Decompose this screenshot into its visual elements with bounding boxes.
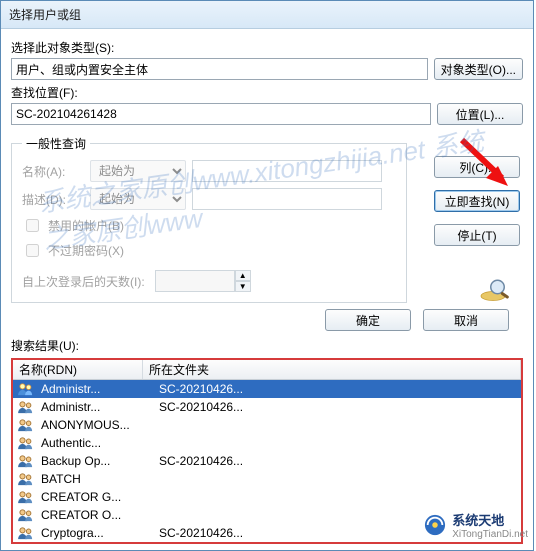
cell-location: SC-20210426... — [159, 452, 521, 470]
users-icon — [17, 490, 35, 504]
common-query-legend: 一般性查询 — [22, 135, 90, 152]
users-icon — [17, 400, 35, 414]
cell-name: ANONYMOUS... — [41, 416, 153, 434]
ok-button[interactable]: 确定 — [325, 309, 411, 331]
table-row[interactable]: CREATOR G... — [13, 488, 521, 506]
users-icon — [17, 508, 35, 522]
dialog-body: 选择此对象类型(S): 对象类型(O)... 查找位置(F): 位置(L)...… — [1, 29, 533, 550]
cell-name: Administr... — [41, 398, 153, 416]
last-logon-spinner[interactable]: ▲ ▼ — [155, 270, 251, 292]
desc-value-input[interactable] — [192, 188, 382, 210]
cell-name: CREATOR G... — [41, 488, 153, 506]
no-expire-checkbox[interactable] — [26, 244, 39, 257]
cell-name: Administr... — [41, 380, 153, 398]
users-icon — [17, 454, 35, 468]
users-icon — [17, 418, 35, 432]
object-types-button[interactable]: 对象类型(O)... — [434, 58, 523, 80]
name-value-input[interactable] — [192, 160, 382, 182]
table-row[interactable]: Administr... SC-20210426... — [13, 398, 521, 416]
stop-button[interactable]: 停止(T) — [434, 224, 520, 246]
cancel-button[interactable]: 取消 — [423, 309, 509, 331]
footer-brand: 系统天地 XiTongTianDi.net — [424, 510, 528, 540]
brand-name: 系统天地 — [452, 513, 504, 528]
common-query-group: 一般性查询 名称(A): 起始为 描述(D): 起始为 禁用的帐户(B) — [11, 135, 407, 303]
cell-name: BATCH — [41, 470, 153, 488]
locations-button[interactable]: 位置(L)... — [437, 103, 523, 125]
spin-down-button[interactable]: ▼ — [235, 281, 251, 292]
brand-url: XiTongTianDi.net — [452, 529, 528, 540]
brand-text: 系统天地 XiTongTianDi.net — [452, 510, 528, 540]
window-title: 选择用户或组 — [9, 8, 81, 22]
col-header-location[interactable]: 所在文件夹 — [143, 360, 521, 379]
table-row[interactable]: ANONYMOUS... — [13, 416, 521, 434]
table-row[interactable]: BATCH — [13, 470, 521, 488]
cell-location: SC-20210426... — [159, 398, 521, 416]
users-icon — [17, 436, 35, 450]
desc-label: 描述(D): — [22, 191, 84, 208]
results-header: 名称(RDN) 所在文件夹 — [13, 360, 521, 380]
name-label: 名称(A): — [22, 163, 84, 180]
no-expire-label: 不过期密码(X) — [48, 242, 124, 259]
dialog-window: 选择用户或组 选择此对象类型(S): 对象类型(O)... 查找位置(F): 位… — [0, 0, 534, 551]
disabled-accounts-label: 禁用的帐户(B) — [48, 217, 124, 234]
cell-name: Backup Op... — [41, 452, 153, 470]
users-icon — [17, 472, 35, 486]
table-row[interactable]: Authentic... — [13, 434, 521, 452]
col-header-name[interactable]: 名称(RDN) — [13, 360, 143, 379]
object-type-field[interactable] — [11, 58, 428, 80]
table-row[interactable]: Backup Op... SC-20210426... — [13, 452, 521, 470]
cell-name: CREATOR O... — [41, 506, 153, 524]
brand-logo-icon — [424, 514, 446, 536]
find-now-button[interactable]: 立即查找(N) — [434, 190, 520, 212]
object-type-label: 选择此对象类型(S): — [11, 41, 114, 55]
name-mode-select[interactable]: 起始为 — [90, 160, 186, 182]
columns-button[interactable]: 列(C).. — [434, 156, 520, 178]
cell-name: Authentic... — [41, 434, 153, 452]
disabled-accounts-checkbox[interactable] — [26, 219, 39, 232]
users-icon — [17, 526, 35, 540]
desc-mode-select[interactable]: 起始为 — [90, 188, 186, 210]
users-icon — [17, 382, 35, 396]
location-field[interactable] — [11, 103, 431, 125]
last-logon-label: 自上次登录后的天数(I): — [22, 273, 145, 290]
search-illustration-icon — [478, 276, 514, 304]
location-label: 查找位置(F): — [11, 86, 78, 100]
titlebar: 选择用户或组 — [1, 1, 533, 29]
spin-up-button[interactable]: ▲ — [235, 270, 251, 281]
cell-name: Cryptogra... — [41, 524, 153, 542]
cell-location: SC-20210426... — [159, 380, 521, 398]
side-button-column: 列(C).. 立即查找(N) 停止(T) — [434, 156, 520, 246]
results-label: 搜索结果(U): — [11, 337, 523, 354]
table-row[interactable]: Administr... SC-20210426... — [13, 380, 521, 398]
